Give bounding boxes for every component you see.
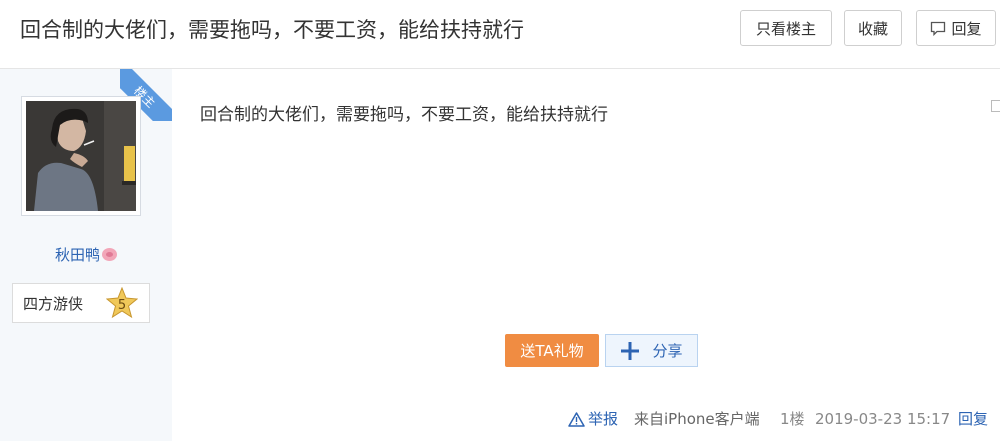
reply-button-label: 回复 — [951, 19, 982, 38]
username-text[interactable]: 秋田鸭 — [55, 246, 100, 264]
level-number: 5 — [118, 298, 126, 313]
floor-number: 1楼 — [780, 410, 805, 428]
post-content: 回合制的大佬们，需要拖吗，不要工资，能给扶持就行 — [200, 105, 608, 125]
thread-header: 回合制的大佬们，需要拖吗，不要工资，能给扶持就行 只看楼主 收藏 回复 — [0, 0, 1000, 69]
share-button[interactable]: 分享 — [605, 334, 698, 367]
report-label: 举报 — [588, 410, 619, 428]
pig-icon — [102, 248, 117, 261]
report-link[interactable]: 举报 — [568, 409, 618, 429]
comment-icon — [931, 21, 946, 36]
rank-box[interactable]: 四方游侠 5 — [12, 283, 150, 323]
plus-icon — [621, 341, 640, 360]
post-edge-icon — [991, 100, 1000, 112]
reply-link[interactable]: 回复 — [958, 409, 988, 429]
level-star-icon: 5 — [106, 287, 138, 319]
client-source[interactable]: 来自iPhone客户端 — [634, 409, 760, 429]
username[interactable]: 秋田鸭 — [0, 244, 172, 265]
avatar-image — [26, 101, 136, 211]
share-label: 分享 — [652, 342, 683, 360]
rank-title: 四方游侠 — [23, 295, 84, 313]
warning-icon — [568, 411, 585, 427]
avatar[interactable] — [21, 96, 141, 216]
only-op-button[interactable]: 只看楼主 — [740, 10, 832, 46]
favorite-button[interactable]: 收藏 — [844, 10, 902, 46]
reply-button[interactable]: 回复 — [916, 10, 996, 46]
thread-title: 回合制的大佬们，需要拖吗，不要工资，能给扶持就行 — [20, 18, 524, 42]
post-time: 2019-03-23 15:17 — [815, 410, 951, 428]
send-gift-button[interactable]: 送TA礼物 — [505, 334, 599, 367]
